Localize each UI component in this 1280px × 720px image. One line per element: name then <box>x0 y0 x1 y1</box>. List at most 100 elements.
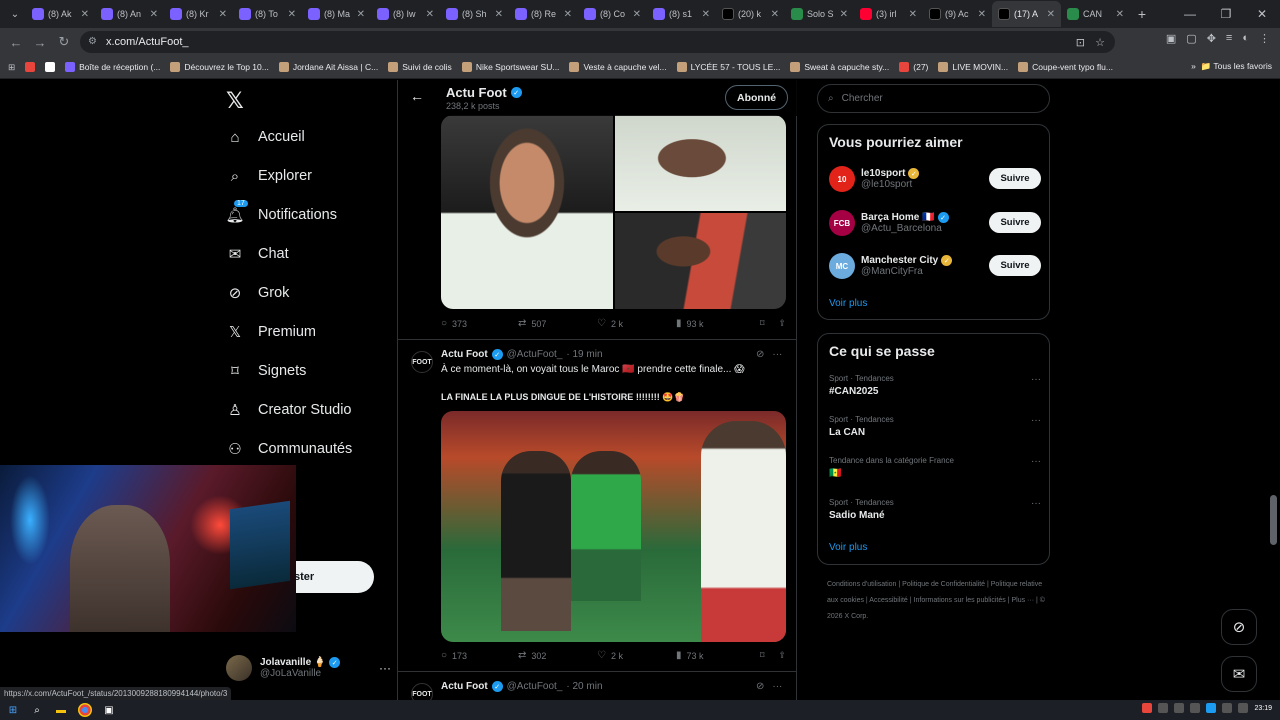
tab-search-button[interactable]: ⌄ <box>4 3 26 25</box>
extension-icon[interactable]: ▣ <box>1166 32 1176 45</box>
bookmark-item[interactable]: Suivi de colis <box>388 62 452 72</box>
browser-tab[interactable]: (20) k ✕ <box>716 1 785 27</box>
share-icon[interactable]: ⇪ <box>778 318 786 329</box>
reply-button[interactable]: ○ 373 <box>441 318 518 329</box>
footer-link[interactable]: Plus ··· <box>1011 597 1034 604</box>
more-icon[interactable]: ··· <box>1031 456 1041 467</box>
close-tab-icon[interactable]: ✕ <box>702 9 710 20</box>
see-more-link[interactable]: Voir plus <box>829 542 867 553</box>
close-window-button[interactable]: ✕ <box>1244 0 1280 28</box>
repost-button[interactable]: ⇄ 507 <box>518 318 597 329</box>
avatar[interactable]: 10 <box>829 166 855 192</box>
bookmark-item[interactable] <box>45 62 56 72</box>
browser-tab[interactable]: (8) Ak ✕ <box>26 1 95 27</box>
more-icon[interactable]: ··· <box>772 681 782 692</box>
reply-button[interactable]: ○ 173 <box>441 650 518 661</box>
avatar[interactable]: MC <box>829 253 855 279</box>
avatar[interactable]: FOOT <box>411 683 433 700</box>
wifi-icon[interactable] <box>1222 703 1233 713</box>
url-bar[interactable]: ⚙ x.com/ActuFoot_ ⊡ ☆ <box>80 31 1115 53</box>
follow-button[interactable]: Suivre <box>989 168 1041 189</box>
close-tab-icon[interactable]: ✕ <box>840 9 848 20</box>
media-icon[interactable]: ≡ <box>1226 32 1232 45</box>
search-input[interactable]: ⌕ Chercher <box>817 84 1050 113</box>
views-button[interactable]: ▮ 93 k <box>676 318 758 329</box>
close-tab-icon[interactable]: ✕ <box>1047 9 1055 20</box>
tray-icon[interactable] <box>1158 703 1169 713</box>
browser-tab[interactable]: (8) Ma ✕ <box>302 1 371 27</box>
profile-avatar-icon[interactable]: ◐ <box>1242 32 1249 45</box>
install-icon[interactable]: ⊡ <box>1076 36 1085 49</box>
tweet-media-grid[interactable] <box>441 115 786 309</box>
tweet-photo[interactable] <box>614 213 786 309</box>
suggestion-row[interactable]: MC Manchester City ✓ @ManCityFra Suivre <box>829 251 1041 281</box>
menu-kebab-icon[interactable]: ⋮ <box>1259 32 1270 45</box>
tweet-time[interactable]: · 19 min <box>566 349 602 360</box>
restore-button[interactable]: ❐ <box>1208 0 1244 28</box>
sidebar-item-notifications[interactable]: 🔔︎ 17 Notifications <box>225 200 337 224</box>
browser-tab[interactable]: (8) To ✕ <box>233 1 302 27</box>
footer-link[interactable]: Politique de Confidentialité <box>902 581 985 588</box>
browser-tab[interactable]: (8) An ✕ <box>95 1 164 27</box>
grok-icon[interactable]: ⊘ <box>756 349 764 360</box>
browser-tab[interactable]: (8) Sh ✕ <box>440 1 509 27</box>
browser-tab[interactable]: (3) irl ✕ <box>854 1 923 27</box>
bookmark-item[interactable]: LYCÉE 57 - TOUS LE... <box>676 62 780 72</box>
trend-item[interactable]: Sport · Tendances La CAN ··· <box>829 415 1041 438</box>
browser-tab[interactable]: Solo S ✕ <box>785 1 854 27</box>
close-tab-icon[interactable]: ✕ <box>564 9 572 20</box>
trend-item[interactable]: Sport · Tendances Sadio Mané ··· <box>829 498 1041 521</box>
sidebar-item-creator-studio[interactable]: ♙ Creator Studio <box>226 401 351 419</box>
bookmark-item[interactable]: Nike Sportswear SU... <box>461 62 559 72</box>
more-icon[interactable]: ··· <box>1031 374 1041 385</box>
suggestion-row[interactable]: FCB Barça Home 🇫🇷 ✓ @Actu_Barcelona Suivre <box>829 208 1041 238</box>
sidebar-item-accueil[interactable]: ⌂ Accueil <box>226 128 304 146</box>
footer-link[interactable]: Accessibilité <box>869 597 908 604</box>
footer-link[interactable]: Conditions d'utilisation <box>827 581 896 588</box>
browser-tab[interactable]: (8) Co ✕ <box>578 1 647 27</box>
more-icon[interactable]: ··· <box>1031 498 1041 509</box>
close-tab-icon[interactable]: ✕ <box>633 9 641 20</box>
see-more-link[interactable]: Voir plus <box>829 298 867 309</box>
repost-button[interactable]: ⇄ 302 <box>518 650 597 661</box>
tray-icon[interactable] <box>1174 703 1185 713</box>
share-icon[interactable]: ⇪ <box>778 650 786 661</box>
avatar[interactable]: FCB <box>829 210 855 236</box>
mic-icon[interactable] <box>1142 703 1153 713</box>
browser-tab[interactable]: (17) A ✕ <box>992 1 1061 27</box>
minimize-button[interactable]: — <box>1172 0 1208 28</box>
close-tab-icon[interactable]: ✕ <box>495 9 503 20</box>
sidebar-item-chat[interactable]: ✉ Chat <box>226 245 289 263</box>
sidebar-item-premium[interactable]: 𝕏 Premium <box>226 323 316 341</box>
tweet-photo[interactable] <box>441 115 613 309</box>
browser-tab[interactable]: (8) Re ✕ <box>509 1 578 27</box>
tweet-author-name[interactable]: Actu Foot <box>441 349 488 360</box>
tray-icon[interactable] <box>1190 703 1201 713</box>
browser-tab[interactable]: (8) s1 ✕ <box>647 1 716 27</box>
bookmark-item[interactable]: Sweat à capuche sty... <box>790 62 889 72</box>
bookmark-icon[interactable]: ⌑ <box>760 318 765 329</box>
close-tab-icon[interactable]: ✕ <box>426 9 434 20</box>
extension-icon[interactable]: ▢ <box>1186 32 1196 45</box>
footer-link[interactable]: Informations sur les publicités <box>914 597 1006 604</box>
trend-item[interactable]: Tendance dans la catégorie France 🇸🇳 ··· <box>829 456 1041 479</box>
account-switcher[interactable]: Jolavanille 🍦 ✓ @JoLaVanille ··· <box>226 655 391 681</box>
close-tab-icon[interactable]: ✕ <box>357 9 365 20</box>
bookmark-item[interactable]: (27) <box>899 62 928 72</box>
chrome-icon[interactable] <box>78 703 92 717</box>
browser-tab[interactable]: (9) Ac ✕ <box>923 1 992 27</box>
messages-float-button[interactable]: ✉ <box>1221 656 1257 692</box>
windows-start-icon[interactable]: ⊞ <box>6 703 20 717</box>
views-button[interactable]: ▮ 73 k <box>676 650 758 661</box>
more-icon[interactable]: ··· <box>379 661 391 675</box>
close-tab-icon[interactable]: ✕ <box>219 9 227 20</box>
bookmark-item[interactable]: Coupe-vent typo flu... <box>1018 62 1113 72</box>
close-tab-icon[interactable]: ✕ <box>909 9 917 20</box>
close-tab-icon[interactable]: ✕ <box>288 9 296 20</box>
all-bookmarks-link[interactable]: » 📁 Tous les favoris <box>1191 61 1272 72</box>
like-button[interactable]: ♡ 2 k <box>597 650 676 661</box>
reload-button[interactable]: ↻ <box>52 34 76 50</box>
new-tab-button[interactable]: + <box>1130 6 1154 22</box>
tweet-time[interactable]: · 20 min <box>566 681 602 692</box>
star-icon[interactable]: ☆ <box>1095 36 1105 49</box>
